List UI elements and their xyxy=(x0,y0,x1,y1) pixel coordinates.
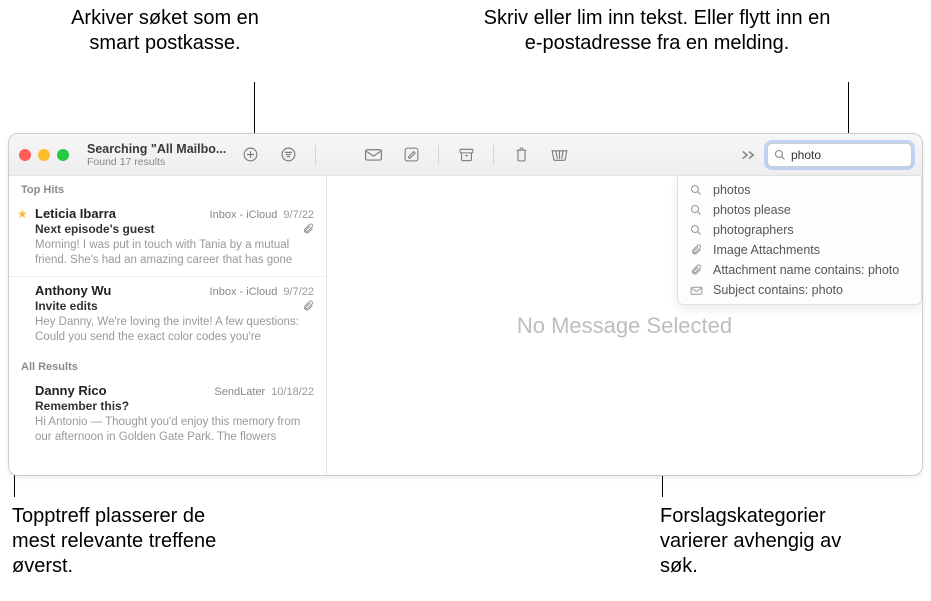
suggestion-item[interactable]: photos xyxy=(678,180,921,200)
message-date: 10/18/22 xyxy=(271,386,314,398)
fullscreen-window-button[interactable] xyxy=(57,149,69,161)
suggestion-label: Subject contains: photo xyxy=(713,283,843,297)
junk-button[interactable] xyxy=(544,142,574,168)
suggestion-item[interactable]: Attachment name contains: photo xyxy=(678,260,921,280)
toolbar-separator xyxy=(315,145,316,165)
section-top-hits: Top Hits xyxy=(9,176,326,200)
callout-save-smart-mailbox: Arkiver søket som en smart postkasse. xyxy=(65,6,265,56)
toolbar-separator xyxy=(438,145,439,165)
mail-icon xyxy=(690,285,705,296)
minimize-window-button[interactable] xyxy=(38,149,50,161)
archive-button[interactable] xyxy=(451,142,481,168)
search-icon xyxy=(690,204,705,216)
suggestion-item[interactable]: photos please xyxy=(678,200,921,220)
sender-name: Leticia Ibarra xyxy=(35,206,116,221)
message-row[interactable]: Anthony Wu Inbox - iCloud 9/7/22 Invite … xyxy=(9,276,326,353)
message-preview: Morning! I was put in touch with Tania b… xyxy=(35,238,314,268)
sender-name: Anthony Wu xyxy=(35,283,111,298)
message-date: 9/7/22 xyxy=(283,286,314,298)
toolbar: Searching "All Mailbo... Found 17 result… xyxy=(9,134,922,176)
message-row[interactable]: Danny Rico SendLater 10/18/22 Remember t… xyxy=(9,377,326,453)
search-field[interactable]: ✕ xyxy=(767,143,912,167)
filter-button[interactable] xyxy=(273,142,303,168)
suggestion-item[interactable]: Subject contains: photo xyxy=(678,280,921,300)
message-date: 9/7/22 xyxy=(283,209,314,221)
message-list: Top Hits ★ Leticia Ibarra Inbox - iCloud… xyxy=(9,176,327,475)
window-title: Searching "All Mailbo... xyxy=(87,142,227,156)
close-window-button[interactable] xyxy=(19,149,31,161)
suggestion-label: Attachment name contains: photo xyxy=(713,263,899,277)
star-icon: ★ xyxy=(17,207,28,221)
attachment-icon xyxy=(302,223,314,235)
toolbar-overflow-button[interactable] xyxy=(737,149,759,161)
mailbox-label: Inbox - iCloud xyxy=(210,209,278,221)
suggestion-label: photographers xyxy=(713,223,794,237)
attachment-icon xyxy=(302,300,314,312)
suggestion-label: Image Attachments xyxy=(713,243,820,257)
callout-suggestions: Forslagskategorier varierer avhengig av … xyxy=(660,504,880,579)
delete-button[interactable] xyxy=(506,142,536,168)
callout-search-input: Skriv eller lim inn tekst. Eller flytt i… xyxy=(482,6,832,56)
message-preview: Hey Danny, We're loving the invite! A fe… xyxy=(35,315,314,345)
message-subject: Next episode's guest xyxy=(35,222,155,236)
window-controls xyxy=(19,149,69,161)
suggestion-label: photos please xyxy=(713,203,791,217)
message-preview: Hi Antonio — Thought you'd enjoy this me… xyxy=(35,415,314,445)
toolbar-separator xyxy=(493,145,494,165)
search-icon xyxy=(774,149,786,161)
no-selection-label: No Message Selected xyxy=(517,313,732,339)
mail-window: Searching "All Mailbo... Found 17 result… xyxy=(8,133,923,476)
message-subject: Invite edits xyxy=(35,299,98,313)
message-subject: Remember this? xyxy=(35,399,129,413)
message-row[interactable]: ★ Leticia Ibarra Inbox - iCloud 9/7/22 N… xyxy=(9,200,326,276)
suggestion-item[interactable]: photographers xyxy=(678,220,921,240)
mailbox-label: Inbox - iCloud xyxy=(210,286,278,298)
attachment-icon xyxy=(690,264,705,276)
window-title-block: Searching "All Mailbo... Found 17 result… xyxy=(87,142,227,168)
suggestion-item[interactable]: Image Attachments xyxy=(678,240,921,260)
section-all-results: All Results xyxy=(9,353,326,377)
search-icon xyxy=(690,224,705,236)
search-icon xyxy=(690,184,705,196)
search-input[interactable] xyxy=(791,148,923,162)
callout-top-hits: Topptreff plasserer de mest relevante tr… xyxy=(12,504,232,579)
save-smart-mailbox-button[interactable] xyxy=(235,142,265,168)
window-subtitle: Found 17 results xyxy=(87,156,227,168)
sender-name: Danny Rico xyxy=(35,383,107,398)
suggestion-label: photos xyxy=(713,183,751,197)
mailbox-label: SendLater xyxy=(214,386,265,398)
compose-button[interactable] xyxy=(396,142,426,168)
attachment-icon xyxy=(690,244,705,256)
get-mail-button[interactable] xyxy=(358,142,388,168)
search-suggestions-popover: photos photos please photographers Image… xyxy=(677,176,922,305)
